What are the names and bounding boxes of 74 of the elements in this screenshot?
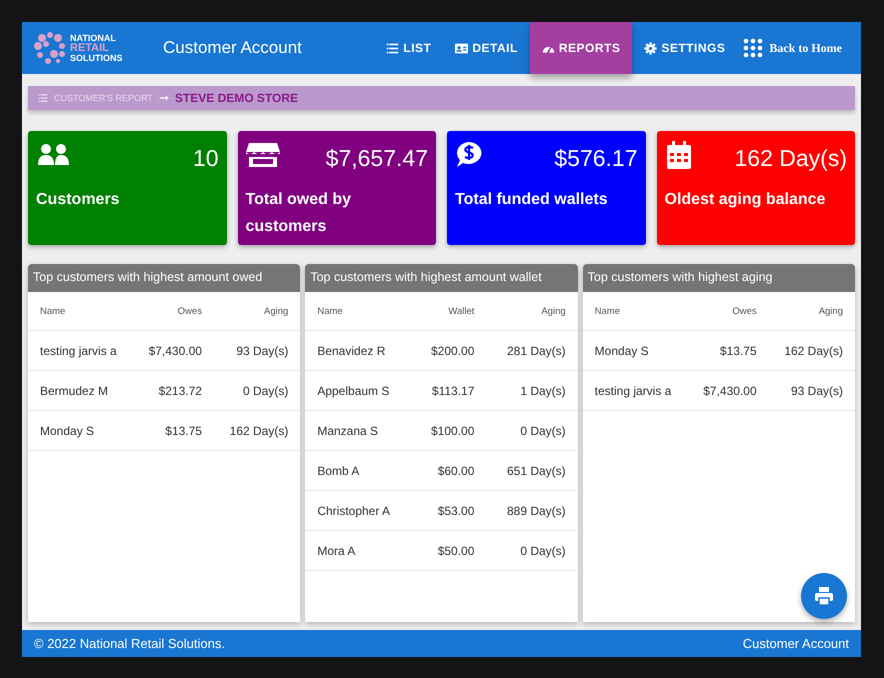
home-link[interactable]: Back to Home [737, 22, 842, 74]
table-cell: Mora A [305, 530, 412, 570]
footer-text: Customer Account [742, 636, 849, 651]
column-header: Wallet [412, 292, 486, 330]
nav-tab[interactable]: LIST [374, 22, 444, 74]
table-cell: 651 Day(s) [486, 450, 578, 490]
table-cell: $13.75 [688, 330, 769, 370]
breadcrumb-current: STEVE DEMO STORE [174, 91, 298, 105]
logo-icon [32, 30, 68, 66]
column-header: Name [305, 292, 412, 330]
table-cell: 0 Day(s) [214, 370, 300, 410]
column-header: Aging [214, 292, 300, 330]
print-icon [814, 586, 834, 606]
panel-header: Top customers with highest amount owed [28, 264, 300, 292]
table-cell: $100.00 [412, 410, 486, 450]
table-cell: Appelbaum S [305, 370, 412, 410]
table-cell: $60.00 [412, 450, 486, 490]
table-cell: Bomb A [305, 450, 412, 490]
nav-tab[interactable]: DETAIL [443, 22, 530, 74]
stat-value: $576.17 [554, 145, 638, 172]
logo-text: SOLUTIONS [70, 54, 123, 62]
table-cell: 281 Day(s) [486, 330, 578, 370]
column-header: Aging [486, 292, 578, 330]
table-cell: Christopher A [305, 490, 412, 530]
table-cell: 162 Day(s) [768, 330, 855, 370]
stat-label: Oldest aging balance [664, 190, 826, 210]
table-cell: $113.17 [412, 370, 486, 410]
stat-label: Customers [36, 190, 121, 210]
table-cell: testing jarvis a [582, 370, 688, 410]
table-cell: $200.00 [412, 330, 486, 370]
nav-tab[interactable]: REPORTS [530, 22, 632, 74]
logo-text: RETAIL [70, 42, 110, 54]
table-cell: 889 Day(s) [486, 490, 578, 530]
column-header: Name [28, 292, 134, 330]
panel-header: Top customers with highest aging [582, 264, 855, 292]
panel-header: Top customers with highest amount wallet [305, 264, 578, 292]
table-cell: $50.00 [412, 530, 486, 570]
column-header: Aging [768, 292, 855, 330]
table-cell: $7,430.00 [133, 330, 214, 370]
column-header: Name [582, 292, 688, 330]
table-cell: testing jarvis a [28, 330, 134, 370]
nav-tab[interactable]: SETTINGS [632, 22, 738, 74]
table-cell: 93 Day(s) [214, 330, 300, 370]
table-cell: Benavidez R [305, 330, 412, 370]
table-cell: $7,430.00 [688, 370, 769, 410]
stat-value: $7,657.47 [326, 145, 428, 172]
table-cell: $213.72 [133, 370, 214, 410]
settings-icon [644, 42, 658, 54]
stat-value: 10 [192, 145, 218, 172]
apps-grid-icon [743, 38, 764, 58]
app-title: Customer Account [163, 38, 302, 58]
stat-label: Total owed by customers [246, 190, 352, 237]
storefront-icon [246, 141, 280, 169]
id-card-icon [455, 42, 468, 54]
table-cell: 0 Day(s) [486, 410, 578, 450]
table-cell: Monday S [582, 330, 688, 370]
column-header: Owes [688, 292, 769, 330]
arrow-icon [158, 93, 169, 103]
table-cell: 93 Day(s) [768, 370, 855, 410]
table-cell: Bermudez M [28, 370, 134, 410]
stat-label: Total funded wallets [455, 190, 609, 210]
copyright-text: © 2022 National Retail Solutions. [34, 636, 225, 651]
logo-text: NATIONAL [70, 34, 117, 42]
list-icon [386, 42, 400, 54]
list-icon [38, 93, 48, 103]
table-cell: 162 Day(s) [214, 410, 300, 450]
table-cell: $13.75 [133, 410, 214, 450]
table-cell: 1 Day(s) [486, 370, 578, 410]
column-header: Owes [133, 292, 214, 330]
table-cell: Manzana S [305, 410, 412, 450]
table-cell: Monday S [28, 410, 134, 450]
table-cell: $53.00 [412, 490, 486, 530]
stat-value: 162 Day(s) [734, 145, 847, 172]
table-cell: 0 Day(s) [486, 530, 578, 570]
